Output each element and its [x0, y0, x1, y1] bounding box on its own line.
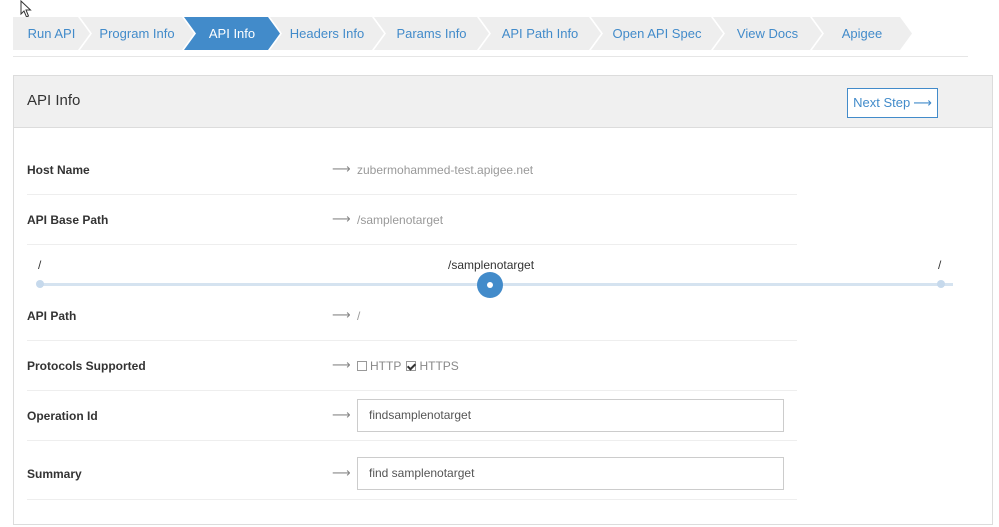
next-step-label: Next Step: [853, 95, 911, 110]
slider-tick-start: [36, 280, 44, 288]
api-base-path-row: API Base Path ⟶ /samplenotarget: [27, 195, 797, 245]
arrow-right-icon: ⟶: [332, 407, 351, 422]
protocols-row: Protocols Supported ⟶ HTTP HTTPS: [27, 341, 797, 391]
slider-handle[interactable]: [477, 272, 503, 298]
protocols-label: Protocols Supported: [27, 359, 146, 373]
operation-id-row: Operation Id ⟶ findsamplenotarget: [27, 391, 797, 441]
step-open-api-spec[interactable]: Open API Spec: [591, 17, 723, 50]
step-api-info[interactable]: API Info: [184, 17, 280, 50]
protocols-options: HTTP HTTPS: [357, 359, 459, 373]
wizard-divider: [13, 56, 968, 57]
slider-tick-end: [937, 280, 945, 288]
api-path-value: /: [357, 309, 361, 323]
host-name-row: Host Name ⟶ zubermohammed-test.apigee.ne…: [27, 145, 797, 195]
api-base-path-value: /samplenotarget: [357, 213, 444, 227]
https-label: HTTPS: [419, 359, 459, 373]
wizard-steps: Run API Program Info API Info Headers In…: [13, 17, 968, 50]
step-apigee[interactable]: Apigee: [812, 17, 912, 50]
api-base-path-label: API Base Path: [27, 213, 109, 227]
summary-label: Summary: [27, 467, 82, 481]
arrow-right-icon: ⟶: [332, 211, 351, 226]
panel-header: API Info Next Step ⟶: [14, 76, 992, 128]
panel-title: API Info: [27, 92, 81, 109]
arrow-right-icon: ⟶: [332, 161, 351, 176]
slider-left-label: /: [38, 258, 42, 272]
host-name-value: zubermohammed-test.apigee.net: [357, 163, 534, 177]
arrow-right-icon: ⟶: [332, 357, 351, 372]
https-checkbox[interactable]: [406, 361, 417, 371]
host-name-label: Host Name: [27, 163, 90, 177]
operation-id-input[interactable]: findsamplenotarget: [357, 399, 784, 432]
api-path-slider: / /samplenotarget /: [26, 254, 956, 304]
step-api-path-info[interactable]: API Path Info: [479, 17, 601, 50]
arrow-right-icon: ⟶: [913, 95, 932, 110]
slider-center-label: /samplenotarget: [448, 258, 535, 272]
arrow-right-icon: ⟶: [332, 307, 351, 322]
step-run-api[interactable]: Run API: [13, 17, 90, 50]
summary-input[interactable]: find samplenotarget: [357, 457, 784, 490]
summary-row: Summary ⟶ find samplenotarget: [27, 444, 797, 500]
next-step-button[interactable]: Next Step ⟶: [847, 88, 938, 118]
step-headers-info[interactable]: Headers Info: [270, 17, 384, 50]
step-view-docs[interactable]: View Docs: [713, 17, 822, 50]
api-path-label: API Path: [27, 309, 77, 323]
mouse-cursor-icon: [20, 0, 32, 18]
slider-right-label: /: [938, 258, 942, 272]
step-params-info[interactable]: Params Info: [374, 17, 489, 50]
http-label: HTTP: [370, 359, 402, 373]
operation-id-label: Operation Id: [27, 409, 98, 423]
step-program-info[interactable]: Program Info: [80, 17, 194, 50]
arrow-right-icon: ⟶: [332, 465, 351, 480]
http-checkbox[interactable]: [357, 361, 367, 371]
